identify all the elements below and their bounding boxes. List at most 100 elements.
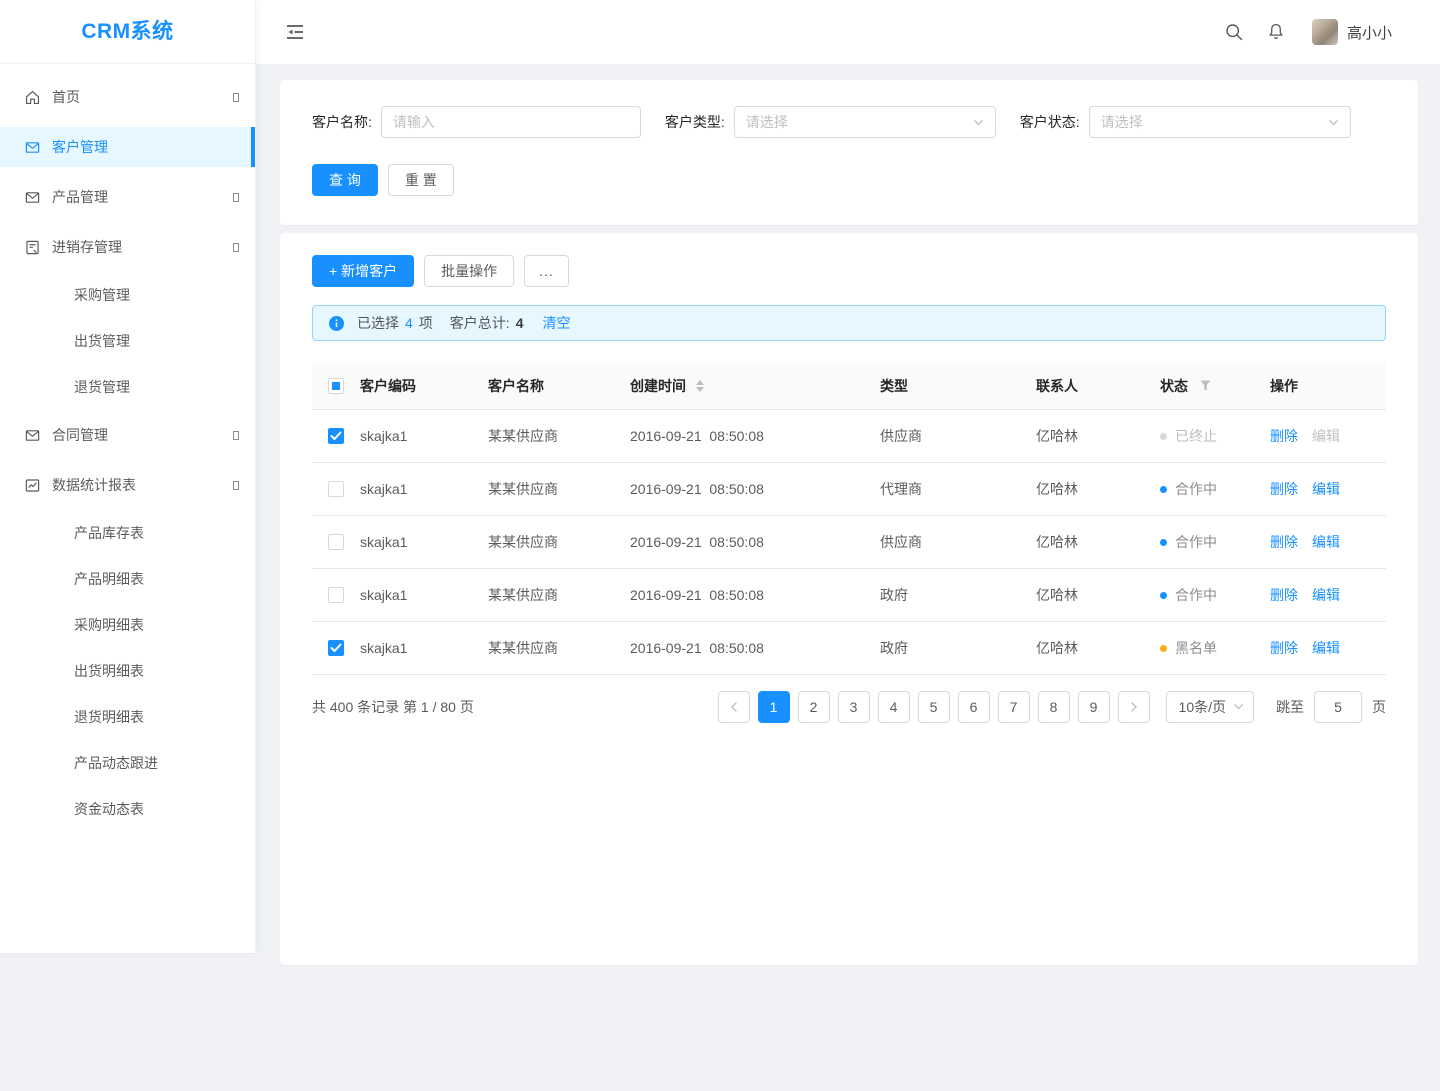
table-row: skajka1 某某供应商 2016-09-21 08:50:08 政府 亿哈林… <box>312 568 1386 622</box>
sidebar-item-product-activity-report[interactable]: 产品动态跟进 <box>0 743 255 783</box>
customer-name-group: 客户名称: <box>312 106 641 138</box>
page-button[interactable]: 6 <box>957 690 990 723</box>
cell-code: skajka1 <box>360 621 488 675</box>
reset-button[interactable]: 重 置 <box>387 164 454 196</box>
customer-type-group: 客户类型: 请选择 <box>665 106 996 138</box>
cell-status: 合作中 <box>1160 515 1270 569</box>
row-checkbox[interactable] <box>328 640 344 657</box>
sidebar-item-label: 进销存管理 <box>52 239 122 255</box>
page-button[interactable]: 3 <box>837 690 870 723</box>
bell-icon[interactable] <box>1266 22 1286 42</box>
cell-code: skajka1 <box>360 409 488 463</box>
sidebar-item-return-management[interactable]: 退货管理 <box>0 367 255 407</box>
cell-contact: 亿哈林 <box>1036 568 1160 622</box>
add-customer-button[interactable]: + 新增客户 <box>312 255 415 287</box>
batch-operation-button[interactable]: 批量操作 <box>424 255 515 287</box>
page-size-select[interactable]: 10条/页 <box>1165 690 1254 723</box>
selection-alert: 已选择 4 项 客户总计: 4 清空 <box>312 305 1386 341</box>
edit-link[interactable]: 编辑 <box>1312 428 1340 444</box>
pagination-summary: 共 400 条记录 第 1 / 80 页 <box>312 698 474 715</box>
sidebar-item-label: 产品管理 <box>52 189 108 205</box>
filter-funnel-icon[interactable] <box>1200 380 1211 391</box>
customer-status-select[interactable]: 请选择 <box>1088 106 1351 138</box>
menu-fold-icon[interactable] <box>284 21 306 43</box>
customer-name-input[interactable] <box>380 106 641 138</box>
sidebar-item-purchase-management[interactable]: 采购管理 <box>0 275 255 315</box>
select-all-checkbox[interactable] <box>328 378 344 395</box>
page-button[interactable]: 9 <box>1077 690 1110 723</box>
delete-link[interactable]: 删除 <box>1270 428 1298 444</box>
sidebar-item-purchase-detail-report[interactable]: 采购明细表 <box>0 605 255 645</box>
sidebar-item-product-stock-report[interactable]: 产品库存表 <box>0 513 255 553</box>
page-button[interactable]: 8 <box>1037 690 1070 723</box>
customer-type-label: 客户类型: <box>664 114 725 130</box>
page-button[interactable]: 4 <box>877 690 910 723</box>
customer-name-label: 客户名称: <box>312 114 372 130</box>
mail-icon <box>25 141 40 153</box>
cell-code: skajka1 <box>360 462 488 516</box>
submenu-arrow-icon <box>233 242 239 252</box>
user-name[interactable]: 高小小 <box>1347 22 1392 43</box>
page-button[interactable]: 7 <box>997 690 1030 723</box>
search-button[interactable]: 查 询 <box>312 164 378 196</box>
delete-link[interactable]: 删除 <box>1270 481 1298 497</box>
sidebar-item-return-detail-report[interactable]: 退货明细表 <box>0 697 255 737</box>
delete-link[interactable]: 删除 <box>1270 587 1298 603</box>
jump-page-input[interactable] <box>1314 690 1362 723</box>
pagination: 共 400 条记录 第 1 / 80 页 1 2 3 4 5 6 7 8 9 1… <box>312 690 1386 723</box>
submenu-arrow-icon <box>233 92 239 102</box>
sidebar-item-shipment-management[interactable]: 出货管理 <box>0 321 255 361</box>
prev-page-button[interactable] <box>717 690 750 723</box>
sidebar-item-label: 数据统计报表 <box>52 477 136 493</box>
jump-suffix: 页 <box>1372 698 1386 715</box>
next-page-button[interactable] <box>1117 690 1150 723</box>
selected-suffix: 项 <box>418 315 433 331</box>
more-actions-button[interactable]: ... <box>524 255 569 287</box>
edit-link[interactable]: 编辑 <box>1312 587 1340 603</box>
chevron-right-icon <box>1130 701 1137 712</box>
customer-type-select[interactable]: 请选择 <box>733 106 996 138</box>
file-edit-icon <box>26 240 39 254</box>
page-button[interactable]: 2 <box>797 690 830 723</box>
sidebar-item-product-detail-report[interactable]: 产品明细表 <box>0 559 255 599</box>
page-button[interactable]: 1 <box>757 690 790 723</box>
row-checkbox[interactable] <box>328 481 344 498</box>
delete-link[interactable]: 删除 <box>1270 640 1298 656</box>
column-header-status[interactable]: 状态 <box>1160 363 1270 410</box>
avatar[interactable] <box>1311 19 1338 45</box>
edit-link[interactable]: 编辑 <box>1312 640 1340 656</box>
delete-link[interactable]: 删除 <box>1270 534 1298 550</box>
table-row: skajka1 某某供应商 2016-09-21 08:50:08 代理商 亿哈… <box>312 462 1386 516</box>
sorter-icon[interactable] <box>696 379 704 392</box>
sidebar-item-home[interactable]: 首页 <box>0 77 255 117</box>
sidebar-item-statistics-reports[interactable]: 数据统计报表 <box>0 465 255 505</box>
status-dot <box>1160 538 1167 546</box>
page-button[interactable]: 5 <box>917 690 950 723</box>
row-checkbox[interactable] <box>328 534 344 551</box>
cell-contact: 亿哈林 <box>1036 515 1160 569</box>
search-icon[interactable] <box>1224 22 1244 42</box>
customer-status-group: 客户状态: 请选择 <box>1020 106 1351 138</box>
total-value: 4 <box>515 315 524 331</box>
cell-code: skajka1 <box>360 568 488 622</box>
column-header-created[interactable]: 创建时间 <box>630 363 880 410</box>
sidebar-item-shipment-detail-report[interactable]: 出货明细表 <box>0 651 255 691</box>
clear-selection-link[interactable]: 清空 <box>542 313 570 333</box>
filter-card: 客户名称: 客户类型: 请选择 客户状态: 请选择 查 询 重 置 <box>280 80 1418 225</box>
sidebar-item-fund-activity-report[interactable]: 资金动态表 <box>0 789 255 829</box>
sidebar-item-contract-management[interactable]: 合同管理 <box>0 415 255 455</box>
edit-link[interactable]: 编辑 <box>1312 534 1340 550</box>
chevron-down-icon <box>973 119 983 125</box>
sidebar-item-product-management[interactable]: 产品管理 <box>0 177 255 217</box>
row-checkbox[interactable] <box>328 428 344 445</box>
cell-type: 供应商 <box>880 409 1036 463</box>
mail-icon <box>25 191 40 203</box>
status-dot <box>1160 644 1167 652</box>
sidebar-item-customer-management[interactable]: 客户管理 <box>0 127 255 167</box>
column-header-code: 客户编码 <box>360 363 488 410</box>
sidebar-item-inventory-management[interactable]: 进销存管理 <box>0 227 255 267</box>
cell-status: 合作中 <box>1160 462 1270 516</box>
row-checkbox[interactable] <box>328 587 344 604</box>
edit-link[interactable]: 编辑 <box>1312 481 1340 497</box>
cell-contact: 亿哈林 <box>1036 409 1160 463</box>
